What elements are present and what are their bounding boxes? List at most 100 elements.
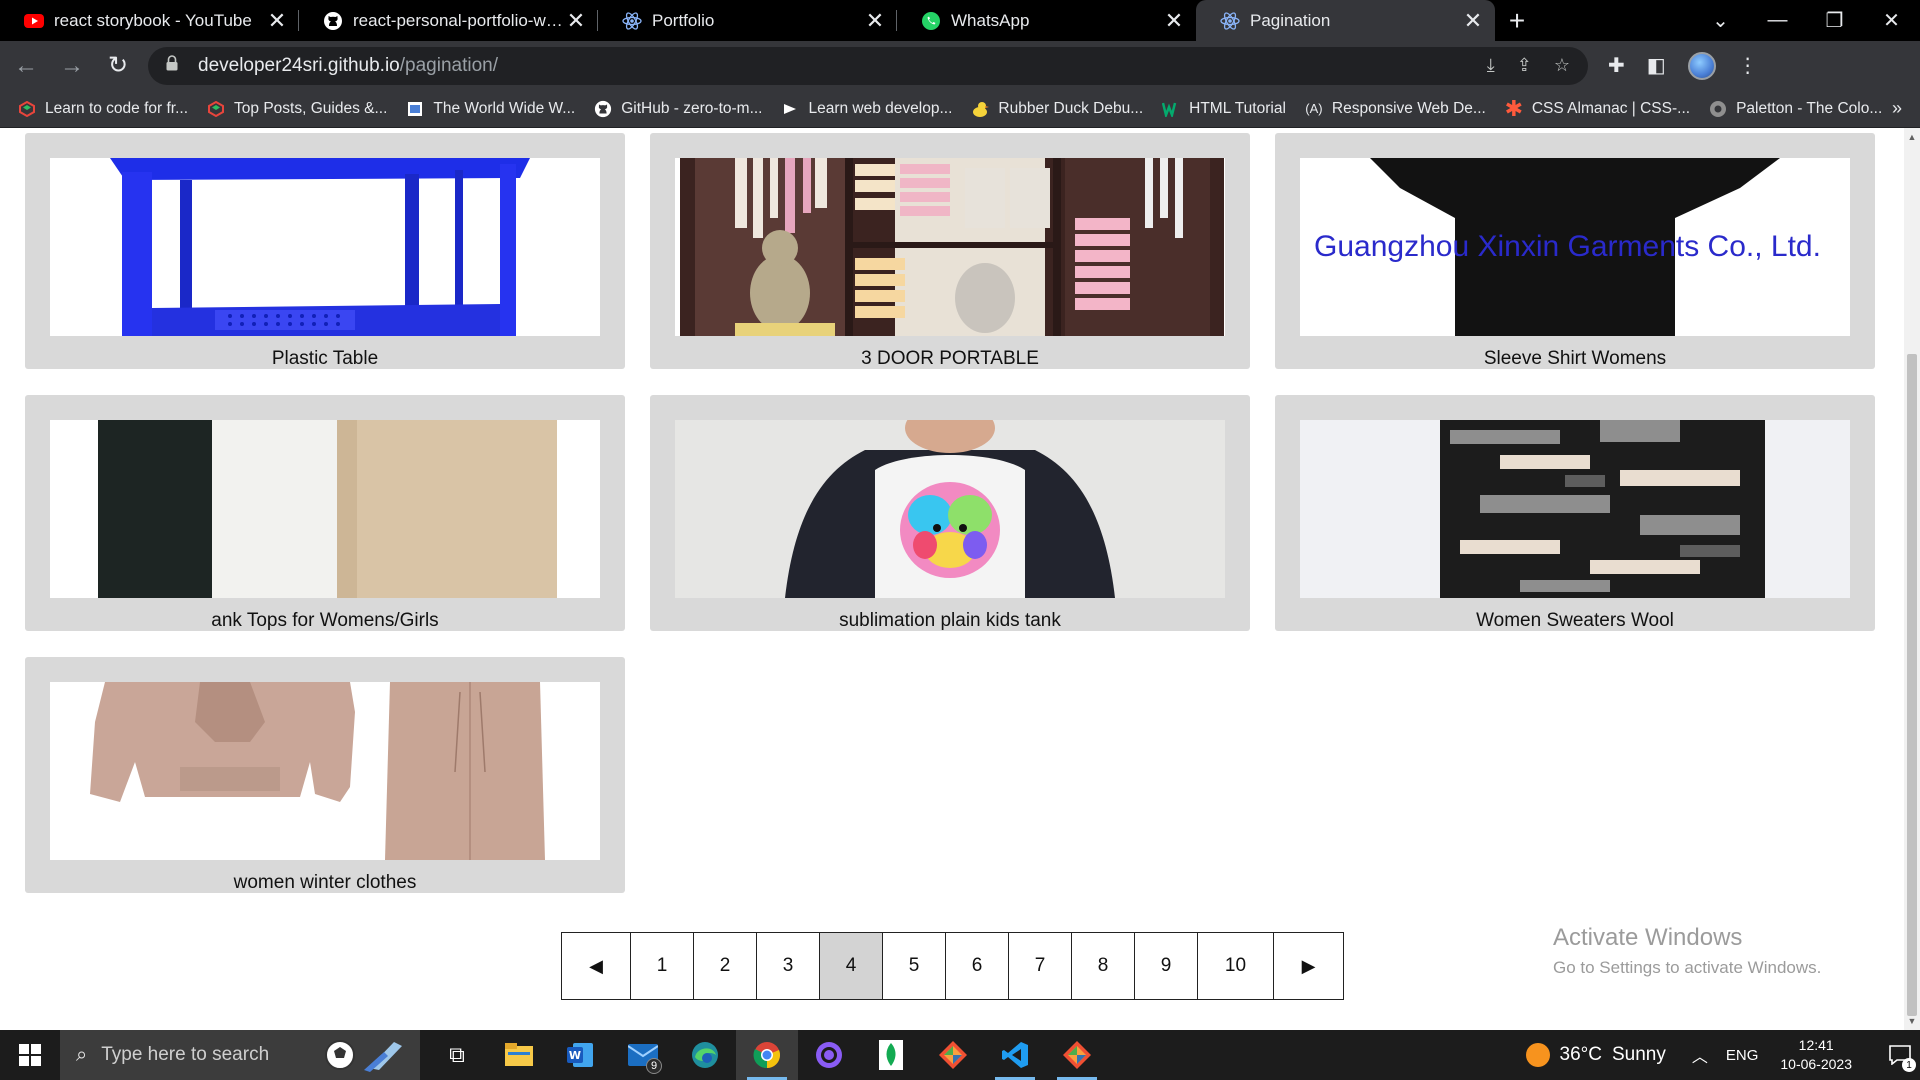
- file-explorer-icon[interactable]: [488, 1030, 550, 1080]
- language-indicator[interactable]: ENG: [1726, 1047, 1759, 1064]
- new-tab-button[interactable]: +: [1495, 0, 1539, 41]
- page-button-current[interactable]: 4: [820, 933, 883, 999]
- product-card[interactable]: Guangzhou Xinxin Garments Co., Ltd. Slee…: [1275, 133, 1875, 369]
- bookmark-item[interactable]: Learn to code for fr...: [18, 100, 188, 118]
- watermark-subtitle: Go to Settings to activate Windows.: [1553, 958, 1822, 977]
- notification-icon[interactable]: 1: [1880, 1030, 1920, 1080]
- bookmarks-bar: Learn to code for fr... Top Posts, Guide…: [0, 90, 1920, 128]
- bookmark-label: The World Wide W...: [433, 99, 576, 117]
- bookmark-item[interactable]: Learn web develop...: [781, 100, 952, 118]
- close-icon[interactable]: ✕: [566, 8, 586, 34]
- bookmark-star-icon[interactable]: ☆: [1554, 55, 1570, 76]
- forward-icon[interactable]: →: [52, 46, 92, 86]
- scrollbar-thumb[interactable]: [1907, 354, 1917, 1016]
- product-image: [675, 420, 1225, 598]
- page-button[interactable]: 10: [1198, 933, 1274, 999]
- bookmark-item[interactable]: The World Wide W...: [406, 100, 575, 118]
- youtube-icon: [24, 11, 44, 31]
- tab-title: Pagination: [1250, 10, 1331, 30]
- bookmark-item[interactable]: Rubber Duck Debu...: [971, 100, 1143, 118]
- page-button[interactable]: 1: [631, 933, 694, 999]
- page-button[interactable]: 7: [1009, 933, 1072, 999]
- mail-icon[interactable]: 9: [612, 1030, 674, 1080]
- tab-title: WhatsApp: [951, 10, 1030, 30]
- lock-icon[interactable]: [166, 54, 180, 77]
- edge-icon[interactable]: [674, 1030, 736, 1080]
- window-close-icon[interactable]: ✕: [1863, 8, 1920, 33]
- scroll-down-icon[interactable]: ▼: [1904, 1016, 1920, 1026]
- bookmark-item[interactable]: Top Posts, Guides &...: [207, 100, 387, 118]
- product-card[interactable]: Women Sweaters Wool: [1275, 395, 1875, 631]
- weather-widget[interactable]: 36°C Sunny: [1525, 1043, 1666, 1067]
- github-desktop-icon[interactable]: [798, 1030, 860, 1080]
- tab-whatsapp[interactable]: WhatsApp ✕: [897, 0, 1196, 41]
- close-icon[interactable]: ✕: [865, 8, 885, 34]
- vscode-icon[interactable]: [984, 1030, 1046, 1080]
- share-icon[interactable]: ⇪: [1517, 55, 1532, 76]
- reload-icon[interactable]: ↻: [98, 46, 138, 86]
- tab-title: react-personal-portfolio-website: [353, 10, 566, 30]
- bookmark-label: Responsive Web De...: [1331, 99, 1486, 117]
- taskbar-search-input[interactable]: ⌕ Type here to search: [60, 1030, 420, 1080]
- page-button[interactable]: 9: [1135, 933, 1198, 999]
- product-card[interactable]: 3 DOOR PORTABLE: [650, 133, 1250, 369]
- page-button[interactable]: 6: [946, 933, 1009, 999]
- scroll-up-icon[interactable]: ▲: [1904, 132, 1920, 142]
- minimize-icon[interactable]: —: [1749, 9, 1806, 32]
- back-icon[interactable]: ←: [6, 46, 46, 86]
- extensions-icon[interactable]: ✚: [1608, 53, 1625, 78]
- tab-search-icon[interactable]: ⌄: [1692, 8, 1749, 33]
- menu-icon[interactable]: ⋮: [1738, 53, 1758, 78]
- bookmark-label: Top Posts, Guides &...: [234, 99, 388, 117]
- product-image: [50, 682, 600, 860]
- product-card[interactable]: sublimation plain kids tank: [650, 395, 1250, 631]
- task-view-icon[interactable]: ⧉: [426, 1030, 488, 1080]
- bookmark-label: Paletton - The Colo...: [1736, 99, 1883, 117]
- page-button[interactable]: 8: [1072, 933, 1135, 999]
- close-icon[interactable]: ✕: [1164, 8, 1184, 34]
- duck-icon: [971, 100, 990, 118]
- product-card[interactable]: Plastic Table: [25, 133, 625, 369]
- tab-strip: react storybook - YouTube ✕ react-person…: [0, 0, 1920, 41]
- chevron-up-icon[interactable]: ︿: [1692, 1043, 1708, 1067]
- product-card[interactable]: ank Tops for Womens/Girls: [25, 395, 625, 631]
- page-button[interactable]: 5: [883, 933, 946, 999]
- page-button[interactable]: 2: [694, 933, 757, 999]
- next-page-button[interactable]: ▶: [1274, 933, 1343, 999]
- freecodecamp-icon: [18, 100, 36, 118]
- git-bash-icon[interactable]: [1046, 1030, 1108, 1080]
- prev-page-button[interactable]: ◀: [562, 933, 631, 999]
- word-icon[interactable]: W: [550, 1030, 612, 1080]
- bookmark-item[interactable]: Paletton - The Colo...: [1709, 100, 1882, 118]
- svg-text:W: W: [569, 1049, 581, 1062]
- more-bookmarks-icon[interactable]: »: [1892, 98, 1902, 119]
- taskbar: ⌕ Type here to search ⧉ W 9 36°C Sunny ︿…: [0, 1030, 1920, 1080]
- bookmark-item[interactable]: GitHub - zero-to-m...: [594, 100, 762, 118]
- page-button[interactable]: 3: [757, 933, 820, 999]
- vertical-scrollbar[interactable]: ▲ ▼: [1904, 128, 1920, 1030]
- avatar[interactable]: [1687, 51, 1716, 80]
- tab-pagination[interactable]: Pagination ✕: [1196, 0, 1495, 41]
- product-title: sublimation plain kids tank: [839, 610, 1061, 631]
- address-bar[interactable]: developer24sri.github.io/pagination/ ⤓ ⇪…: [148, 46, 1588, 85]
- tab-github[interactable]: react-personal-portfolio-website ✕: [299, 0, 598, 41]
- chrome-icon[interactable]: [736, 1030, 798, 1080]
- tab-portfolio[interactable]: Portfolio ✕: [598, 0, 897, 41]
- notification-badge: 1: [1902, 1058, 1916, 1072]
- tab-youtube[interactable]: react storybook - YouTube ✕: [0, 0, 299, 41]
- install-icon[interactable]: ⤓: [1487, 55, 1495, 76]
- git-gui-icon[interactable]: [922, 1030, 984, 1080]
- bookmark-item[interactable]: ✱ CSS Almanac | CSS-...: [1505, 96, 1690, 121]
- product-card[interactable]: women winter clothes: [25, 657, 625, 893]
- windows-start-icon[interactable]: [0, 1030, 60, 1080]
- bookmark-item[interactable]: HTML Tutorial: [1162, 100, 1286, 118]
- mongodb-icon[interactable]: [860, 1030, 922, 1080]
- close-icon[interactable]: ✕: [267, 8, 287, 34]
- bookmark-item[interactable]: (A) Responsive Web De...: [1305, 100, 1486, 118]
- restore-icon[interactable]: ❐: [1806, 8, 1863, 33]
- react-icon: [622, 11, 642, 31]
- side-panel-icon[interactable]: ◧: [1647, 53, 1666, 78]
- clock[interactable]: 12:41 10-06-2023: [1780, 1036, 1852, 1074]
- product-grid: Plastic Table 3 DOOR PORTABLE Guangzhou …: [25, 133, 1875, 893]
- close-icon[interactable]: ✕: [1463, 8, 1483, 34]
